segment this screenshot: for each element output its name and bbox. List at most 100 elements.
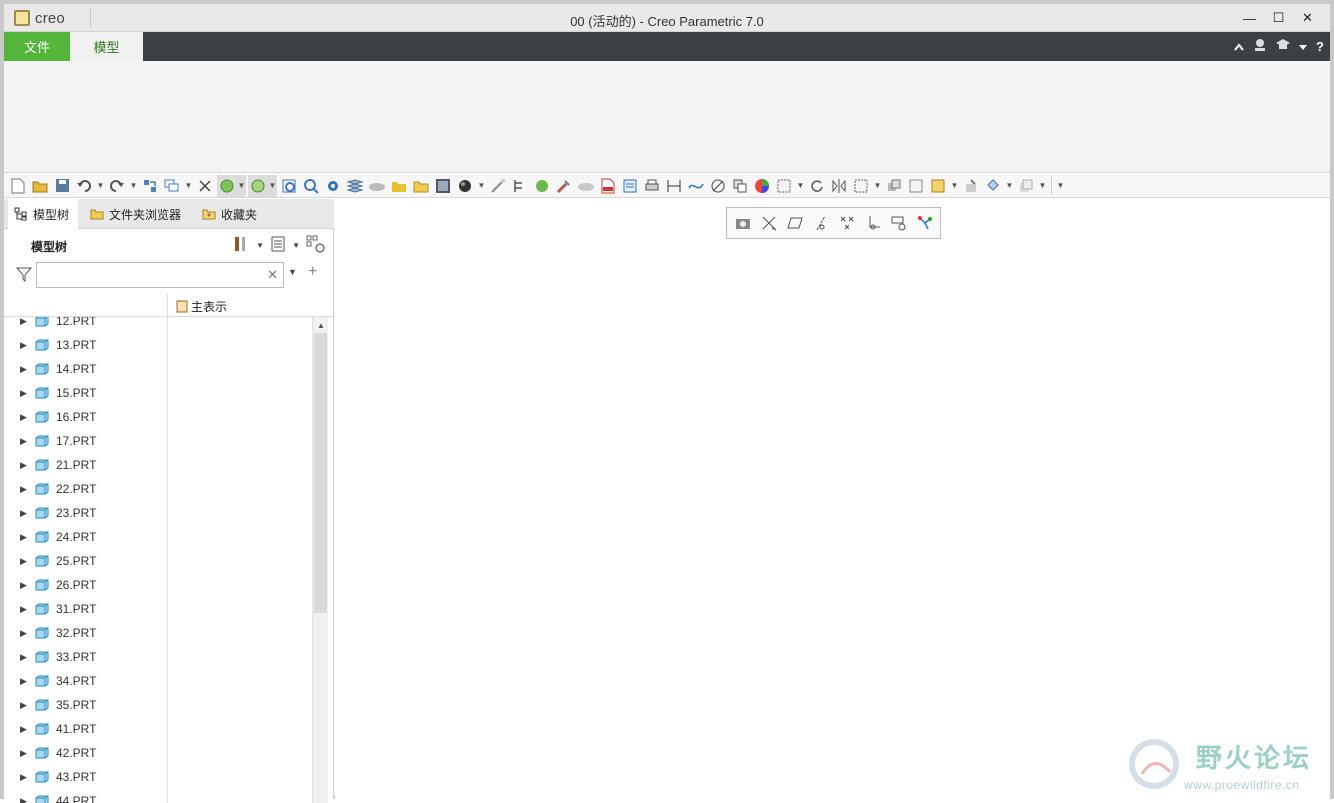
tab-model-tree[interactable]: 模型树 [8, 199, 78, 229]
expand-arrow-icon[interactable]: ▶ [20, 508, 27, 519]
tree-columns-dropdown-icon[interactable]: ▼ [292, 241, 300, 250]
save-icon[interactable] [52, 176, 72, 196]
select-box-icon[interactable] [851, 176, 871, 196]
expand-arrow-icon[interactable]: ▶ [20, 460, 27, 471]
tree-row[interactable]: ▶44.PRT [4, 789, 167, 803]
cloud-gray-icon[interactable] [576, 176, 596, 196]
tab-file[interactable]: 文件 [4, 32, 70, 61]
sheets-icon[interactable] [1016, 176, 1036, 196]
tab-model[interactable]: 模型 [70, 32, 143, 61]
sphere-icon[interactable] [455, 176, 475, 196]
tree-row[interactable]: ▶41.PRT [4, 717, 167, 741]
column-divider[interactable] [167, 294, 168, 317]
plane-display-icon[interactable] [784, 212, 806, 234]
undo-dropdown-icon[interactable]: ▼ [96, 176, 105, 196]
windows-dropdown-icon[interactable]: ▼ [184, 176, 193, 196]
tab-favorites[interactable]: 收藏夹 [196, 199, 266, 229]
paint-bucket-icon[interactable] [983, 176, 1003, 196]
tree-row[interactable]: ▶12.PRT [4, 317, 167, 333]
expand-arrow-icon[interactable]: ▶ [20, 748, 27, 759]
expand-arrow-icon[interactable]: ▶ [20, 772, 27, 783]
cloud-icon[interactable] [367, 176, 387, 196]
tree-row[interactable]: ▶14.PRT [4, 357, 167, 381]
spin-center-icon[interactable] [914, 212, 936, 234]
help-button[interactable]: ? [1316, 39, 1324, 54]
annotation-display-icon[interactable] [888, 212, 910, 234]
customize-toolbar-icon[interactable]: ▼ [1056, 176, 1065, 196]
appearance-icon[interactable] [248, 176, 268, 196]
column-header-master-rep[interactable]: 主表示 [176, 298, 227, 315]
tree-row[interactable]: ▶35.PRT [4, 693, 167, 717]
shading-dropdown-icon[interactable]: ▼ [237, 176, 246, 196]
point-display-icon[interactable] [836, 212, 858, 234]
dimension-icon[interactable] [664, 176, 684, 196]
expand-arrow-icon[interactable]: ▶ [20, 556, 27, 567]
undo-icon[interactable] [74, 176, 94, 196]
tool-icon[interactable] [961, 176, 981, 196]
tree-row[interactable]: ▶16.PRT [4, 405, 167, 429]
select-dropdown-icon[interactable]: ▼ [873, 176, 882, 196]
expand-arrow-icon[interactable]: ▶ [20, 580, 27, 591]
image-icon[interactable] [433, 176, 453, 196]
add-filter-icon[interactable]: + [308, 263, 317, 281]
expand-arrow-icon[interactable]: ▶ [20, 796, 27, 803]
paint-dropdown-icon[interactable]: ▼ [1005, 176, 1014, 196]
curve-icon[interactable] [686, 176, 706, 196]
tree-filter-view-icon[interactable] [306, 235, 326, 256]
regenerate-icon[interactable] [140, 176, 160, 196]
tree-row[interactable]: ▶31.PRT [4, 597, 167, 621]
expand-arrow-icon[interactable]: ▶ [20, 724, 27, 735]
close-window-icon[interactable] [195, 176, 215, 196]
user-icon[interactable] [1253, 38, 1267, 55]
expand-arrow-icon[interactable]: ▶ [20, 364, 27, 375]
expand-arrow-icon[interactable]: ▶ [20, 676, 27, 687]
tree-row[interactable]: ▶13.PRT [4, 333, 167, 357]
tree-columns-icon[interactable] [270, 235, 286, 256]
boolean-icon[interactable] [884, 176, 904, 196]
brush-icon[interactable] [554, 176, 574, 196]
tree-row[interactable]: ▶23.PRT [4, 501, 167, 525]
redo-dropdown-icon[interactable]: ▼ [129, 176, 138, 196]
note-icon[interactable] [928, 176, 948, 196]
search-dropdown-icon[interactable]: ▼ [288, 267, 297, 277]
tree-row[interactable]: ▶32.PRT [4, 621, 167, 645]
expand-arrow-icon[interactable]: ▶ [20, 628, 27, 639]
axis-display-icon[interactable] [810, 212, 832, 234]
copy-icon[interactable] [730, 176, 750, 196]
note-dropdown-icon[interactable]: ▼ [950, 176, 959, 196]
tree-row[interactable]: ▶22.PRT [4, 477, 167, 501]
grid-dropdown-icon[interactable]: ▼ [796, 176, 805, 196]
pdf-icon[interactable] [598, 176, 618, 196]
tree-scrollbar[interactable]: ▲ [312, 317, 328, 803]
tree-row[interactable]: ▶43.PRT [4, 765, 167, 789]
expand-arrow-icon[interactable]: ▶ [20, 652, 27, 663]
color-wheel-icon[interactable] [752, 176, 772, 196]
expand-arrow-icon[interactable]: ▶ [20, 532, 27, 543]
tree-settings-icon[interactable] [232, 235, 250, 256]
windows-icon[interactable] [162, 176, 182, 196]
tree-row[interactable]: ▶17.PRT [4, 429, 167, 453]
scrollbar-thumb[interactable] [314, 333, 327, 613]
expand-arrow-icon[interactable]: ▶ [20, 388, 27, 399]
mirror-icon[interactable] [829, 176, 849, 196]
wand-icon[interactable] [488, 176, 508, 196]
clear-search-icon[interactable]: ✕ [267, 267, 278, 283]
refit-icon[interactable] [279, 176, 299, 196]
green-sphere-icon[interactable] [532, 176, 552, 196]
camera-view-icon[interactable] [732, 212, 754, 234]
settings-gear-icon[interactable] [323, 176, 343, 196]
tree-settings-dropdown-icon[interactable]: ▼ [256, 241, 264, 250]
tree-row[interactable]: ▶21.PRT [4, 453, 167, 477]
zoom-icon[interactable] [301, 176, 321, 196]
appearance-dropdown-icon[interactable]: ▼ [268, 176, 277, 196]
datum-plane-display-icon[interactable] [758, 212, 780, 234]
chevron-down-icon[interactable] [1299, 40, 1307, 54]
grid-icon[interactable] [774, 176, 794, 196]
expand-arrow-icon[interactable]: ▶ [20, 317, 27, 327]
diameter-icon[interactable] [708, 176, 728, 196]
csys-display-icon[interactable] [862, 212, 884, 234]
tree-row[interactable]: ▶26.PRT [4, 573, 167, 597]
rotate-icon[interactable] [807, 176, 827, 196]
print-icon[interactable] [642, 176, 662, 196]
layers-icon[interactable] [345, 176, 365, 196]
